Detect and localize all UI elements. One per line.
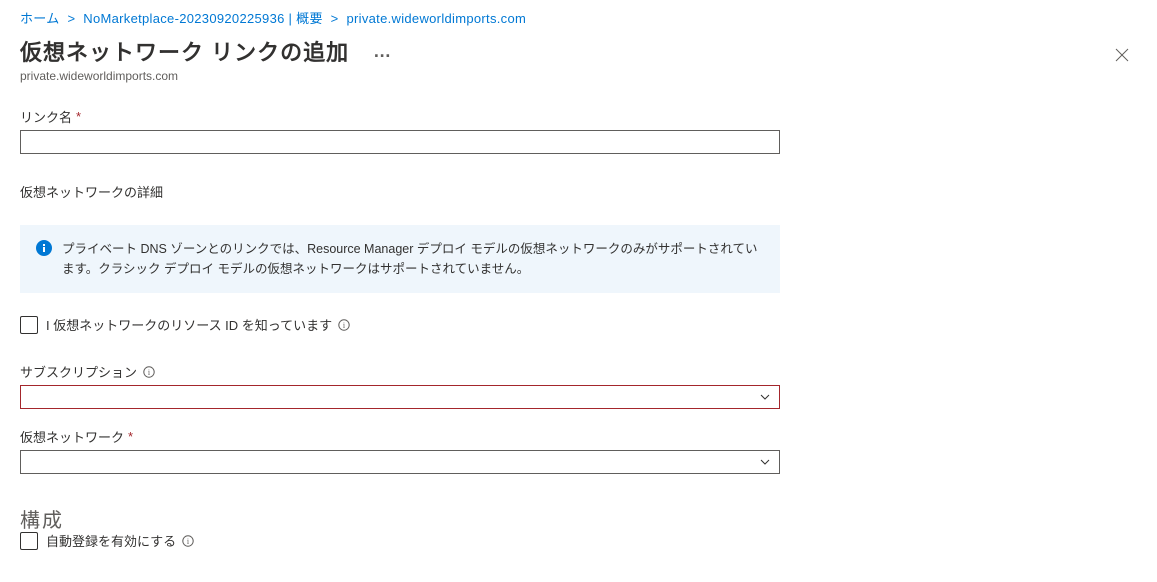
page-subtitle: private.wideworldimports.com [20,69,393,83]
close-icon [1115,48,1129,62]
link-name-label: リンク名 * [20,107,780,126]
help-icon[interactable]: i [143,366,155,378]
chevron-down-icon [759,391,771,403]
info-box: プライベート DNS ゾーンとのリンクでは、Resource Manager デ… [20,225,780,293]
know-resource-id-label: I 仮想ネットワークのリソース ID を知っています i [46,315,350,334]
breadcrumb: ホーム > NoMarketplace-20230920225936 | 概要 … [0,0,1157,31]
breadcrumb-home[interactable]: ホーム [20,11,60,26]
link-name-label-text: リンク名 [20,107,72,126]
config-heading: 構成 [20,504,780,533]
breadcrumb-sep: > [331,11,339,26]
page-title-text: 仮想ネットワーク リンクの追加 [20,35,349,67]
breadcrumb-sep: > [67,11,75,26]
chevron-down-icon [759,456,771,468]
help-icon[interactable]: i [338,319,350,331]
auto-registration-checkbox[interactable] [20,532,38,550]
link-name-input[interactable] [20,130,780,154]
vnet-label-text: 仮想ネットワーク [20,427,124,446]
close-button[interactable] [1107,39,1137,73]
required-indicator: * [128,429,133,444]
vnet-label: 仮想ネットワーク * [20,427,780,446]
more-button[interactable]: … [373,41,393,62]
subscription-label-text: サブスクリプション [20,362,137,381]
subscription-select[interactable] [20,385,780,409]
svg-text:i: i [148,368,151,377]
vnet-details-label: 仮想ネットワークの詳細 [20,182,780,201]
page-title: 仮想ネットワーク リンクの追加 … [20,35,393,67]
know-resource-id-label-text: I 仮想ネットワークのリソース ID を知っています [46,315,332,334]
know-resource-id-checkbox[interactable] [20,316,38,334]
help-icon[interactable]: i [182,535,194,547]
auto-registration-label-text: 自動登録を有効にする [46,531,176,550]
info-text: プライベート DNS ゾーンとのリンクでは、Resource Manager デ… [62,239,764,279]
subscription-label: サブスクリプション i [20,362,780,381]
breadcrumb-item1[interactable]: NoMarketplace-20230920225936 | 概要 [83,11,322,26]
required-indicator: * [76,109,81,124]
svg-text:i: i [187,537,190,546]
info-icon [36,240,52,256]
vnet-select[interactable] [20,450,780,474]
svg-text:i: i [343,321,346,330]
auto-registration-label: 自動登録を有効にする i [46,531,194,550]
breadcrumb-item2[interactable]: private.wideworldimports.com [347,11,527,26]
